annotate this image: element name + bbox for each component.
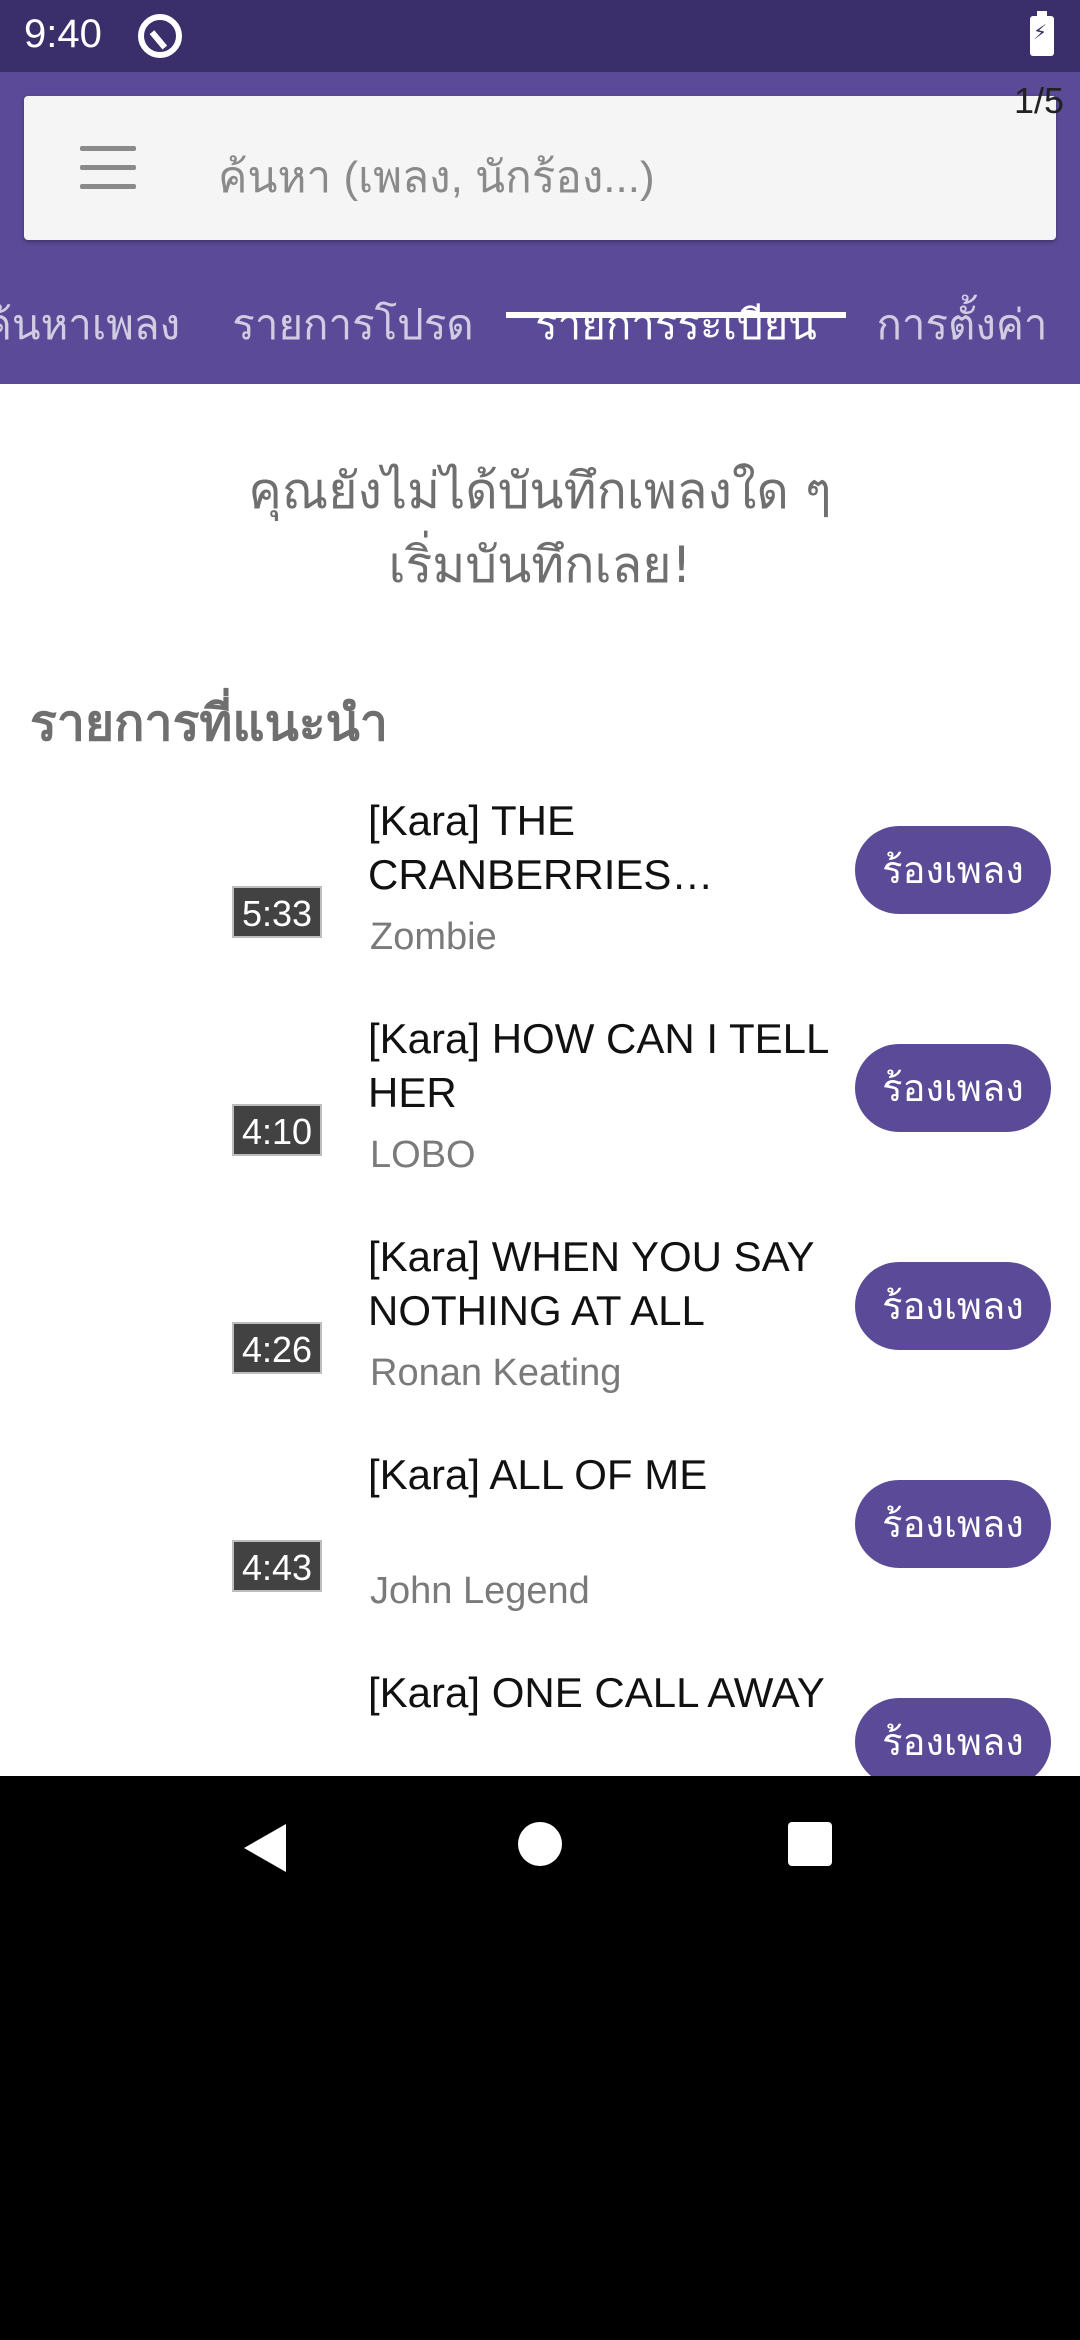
sing-button[interactable]: ร้องเพลง — [855, 1698, 1051, 1776]
song-duration: 4:26 — [232, 1322, 322, 1374]
song-list-item[interactable]: 5:33 [Kara] THE CRANBERRIES (ACOUSTIC) Z… — [0, 788, 1080, 1006]
song-duration: 5:33 — [232, 886, 322, 938]
sing-button[interactable]: ร้องเพลง — [855, 826, 1051, 914]
song-title: [Kara] HOW CAN I TELL HER — [368, 1015, 828, 1116]
recordings-content: คุณยังไม่ได้บันทึกเพลงใด ๆ เริ่มบันทึกเล… — [0, 384, 1080, 1776]
back-icon[interactable] — [244, 1824, 286, 1872]
song-title: [Kara] ONE CALL AWAY — [368, 1669, 825, 1716]
empty-state-line-1: คุณยังไม่ได้บันทึกเพลงใด ๆ — [248, 462, 832, 520]
app-bar: ค้นหา (เพลง, นักร้อง...) ค้นหาเพลง รายกา… — [0, 72, 1080, 384]
song-list-item[interactable]: 4:10 [Kara] HOW CAN I TELL HER LOBO ร้อง… — [0, 1006, 1080, 1224]
screen: 9:40 ค้นหา (เพลง, นักร้อง...) ค้นหาเพลง … — [0, 0, 1080, 2340]
recommended-section-title: รายการที่แนะนำ — [30, 694, 388, 752]
song-list-item[interactable]: 4:26 [Kara] WHEN YOU SAY NOTHING AT ALL … — [0, 1224, 1080, 1442]
song-list-item[interactable]: [Kara] ONE CALL AWAY ร้องเพลง — [0, 1660, 1080, 1776]
battery-charging-icon — [1030, 11, 1054, 56]
empty-state-message: คุณยังไม่ได้บันทึกเพลงใด ๆ เริ่มบันทึกเล… — [0, 454, 1080, 602]
song-artist: LOBO — [370, 1134, 476, 1176]
song-list-item[interactable]: 4:43 [Kara] ALL OF ME John Legend ร้องเพ… — [0, 1442, 1080, 1660]
sing-button[interactable]: ร้องเพลง — [855, 1262, 1051, 1350]
tab-search-songs[interactable]: ค้นหาเพลง — [0, 264, 192, 384]
song-artist: John Legend — [370, 1570, 590, 1612]
search-input[interactable]: ค้นหา (เพลง, นักร้อง...) — [218, 142, 655, 212]
home-icon[interactable] — [518, 1822, 562, 1866]
tab-favorites[interactable]: รายการโปรด — [218, 264, 488, 384]
page-indicator: 1/5 — [1014, 80, 1065, 121]
song-title: [Kara] WHEN YOU SAY NOTHING AT ALL — [368, 1233, 814, 1334]
empty-state-line-2: เริ่มบันทึกเลย! — [388, 536, 692, 594]
song-artist: Ronan Keating — [370, 1352, 622, 1394]
song-duration: 4:10 — [232, 1104, 322, 1156]
song-title: [Kara] THE CRANBERRIES (ACOUSTIC) — [368, 797, 672, 898]
tab-settings[interactable]: การตั้งค่า — [862, 264, 1062, 384]
search-box[interactable]: ค้นหา (เพลง, นักร้อง...) — [24, 96, 1056, 240]
sing-button[interactable]: ร้องเพลง — [855, 1480, 1051, 1568]
navigation-bar — [0, 1776, 1080, 1916]
app-status-icon — [138, 14, 182, 58]
menu-icon[interactable] — [80, 146, 136, 190]
tab-recordings[interactable]: รายการระเบียน — [506, 264, 846, 384]
status-time: 9:40 — [24, 12, 102, 56]
song-artist: Zombie — [370, 916, 497, 958]
sing-button[interactable]: ร้องเพลง — [855, 1044, 1051, 1132]
recents-icon[interactable] — [788, 1822, 832, 1866]
song-title: [Kara] ALL OF ME — [368, 1451, 708, 1498]
tab-bar: ค้นหาเพลง รายการโปรด รายการระเบียน การตั… — [0, 264, 1080, 384]
status-bar: 9:40 — [0, 0, 1080, 72]
song-duration: 4:43 — [232, 1540, 322, 1592]
active-tab-indicator — [506, 312, 846, 318]
